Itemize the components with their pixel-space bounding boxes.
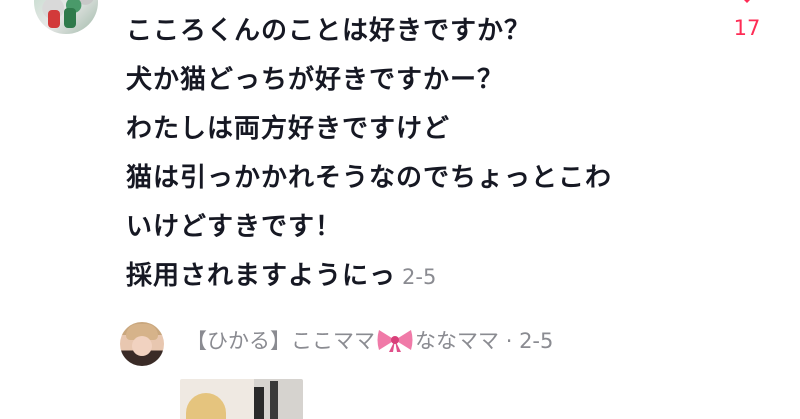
avatar-photo-detail (64, 8, 76, 28)
avatar-photo-detail (132, 336, 152, 356)
comment-line: 猫は引っかかれそうなのでちょっとこわ (126, 163, 613, 193)
image-detail (254, 387, 264, 419)
heart-icon[interactable] (722, 0, 772, 6)
ribbon-icon (375, 327, 415, 353)
image-detail (186, 393, 226, 419)
reply-author-name[interactable]: 【ひかる】ここママ (186, 329, 375, 353)
comment-line: こころくんのことは好きですか？ (126, 16, 532, 46)
comment-thread: こころくんのことは好きですか？ 犬か猫どっちが好きですかー？ わたしは両方好きで… (0, 0, 800, 419)
reply-header[interactable]: 【ひかる】ここママ ななママ · 2-5 (186, 325, 553, 357)
reply-author-avatar[interactable] (120, 322, 164, 366)
reply-author-name-suffix[interactable]: ななママ (415, 329, 499, 353)
comment-author-avatar[interactable] (34, 0, 98, 34)
comment-last-line: 採用されますようにっ 2-5 (126, 252, 726, 302)
comment-line: 犬か猫どっちが好きですかー？ (126, 65, 505, 95)
comment-line-text: 採用されますようにっ (126, 261, 397, 291)
reply-separator: · (505, 329, 513, 353)
comment-body: こころくんのことは好きですか？ 犬か猫どっちが好きですかー？ わたしは両方好きで… (126, 7, 726, 302)
like-button[interactable]: 17 (722, 0, 772, 42)
image-detail (270, 381, 278, 419)
comment-line: わたしは両方好きですけど (126, 114, 451, 144)
reply-image-thumbnail[interactable] (180, 379, 303, 419)
reply-timestamp: 2-5 (519, 329, 554, 353)
comment-line: いけどすきです！ (126, 212, 343, 242)
avatar-photo-detail (48, 10, 60, 28)
comment-timestamp: 2-5 (402, 265, 437, 289)
like-count: 17 (733, 16, 761, 40)
